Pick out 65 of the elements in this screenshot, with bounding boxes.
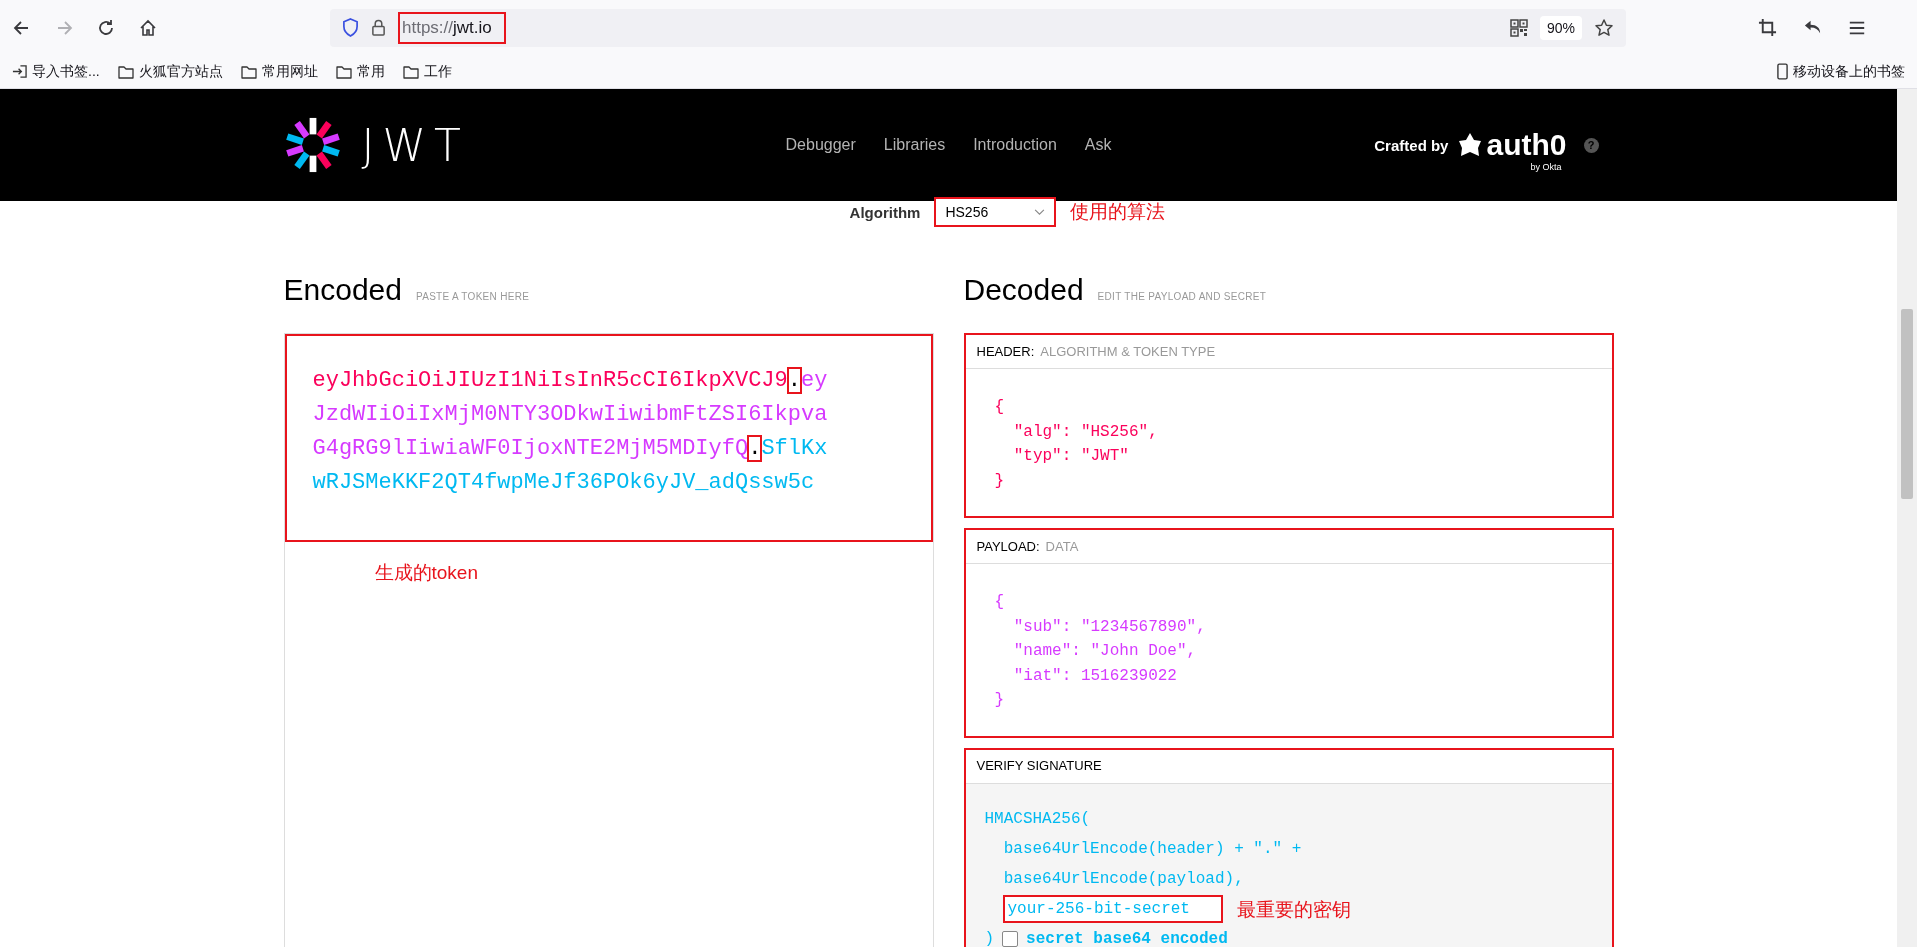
star-icon[interactable]: [1594, 17, 1614, 38]
code-line[interactable]: {: [994, 395, 1583, 420]
lock-icon[interactable]: [371, 19, 386, 36]
token-area[interactable]: eyJhbGciOiJIUzI1NiIsInR5cCI6IkpXVCJ9.eyJzdWIiOiIxMjM0NTY3ODkwIiwibmFtZSI6IkpvaG4gRG9lIiwiaWF0IjoxNTE2MjM5MDIyfQ.SflKxwRJSMeKKF2QT4fwpMeJf36POk6yJV_adQssw5c: [284, 334, 933, 542]
scrollbar-thumb[interactable]: [1901, 309, 1913, 499]
code-line: base64UrlEncode(header) + "." +: [1002, 838, 1303, 860]
bookmark-link[interactable]: 火狐官方站点: [138, 62, 223, 81]
code-line[interactable]: "typ": "JWT": [994, 444, 1583, 469]
panel-title: HEADER:: [976, 343, 1035, 359]
code-line[interactable]: "alg": "HS256",: [994, 419, 1583, 444]
code-line[interactable]: "name": "John Doe",: [994, 639, 1583, 664]
code-line[interactable]: }: [994, 468, 1583, 493]
bookmark-link[interactable]: 导入书签...: [32, 62, 100, 81]
chevron-icon: [1034, 208, 1046, 216]
panel-title: VERIFY SIGNATURE: [976, 758, 1102, 773]
qr-code-icon[interactable]: [1509, 18, 1528, 37]
code-line: ): [984, 928, 995, 947]
section-title: Decoded: [963, 273, 1084, 307]
brand-name[interactable]: auth0: [1486, 130, 1567, 160]
home-icon[interactable]: [138, 17, 158, 38]
bookmark-link[interactable]: 移动设备上的书签: [1793, 62, 1905, 81]
pinwheel-logo-icon[interactable]: [283, 116, 342, 174]
crop-icon[interactable]: [1758, 18, 1777, 37]
bookmark-link[interactable]: 常用: [356, 62, 385, 81]
section-hint: EDIT THE PAYLOAD AND SECRET: [1097, 291, 1267, 302]
panel-title: PAYLOAD:: [976, 538, 1040, 554]
nav-link[interactable]: Introduction: [973, 136, 1057, 154]
folder-icon[interactable]: [117, 64, 134, 79]
import-icon[interactable]: [12, 64, 27, 79]
annotation-note: 生成的token: [374, 561, 478, 585]
token-editor[interactable]: eyJhbGciOiJIUzI1NiIsInR5cCI6IkpXVCJ9.eyJzdWIiOiIxMjM0NTY3ODkwIiwibmFtZSI6IkpvaG4gRG9lIiwiaWF0IjoxNTE2MjM5MDIyfQ.SflKxwRJSMeKKF2QT4fwpMeJf36POk6yJV_adQssw5c 生成的token: [283, 333, 934, 947]
shield-icon[interactable]: [342, 18, 359, 37]
logo-text[interactable]: JWT: [361, 119, 469, 171]
algorithm-label: Algorithm: [849, 203, 921, 221]
bookmark-link[interactable]: 常用网址: [261, 62, 318, 81]
panel-subtitle: DATA: [1045, 538, 1079, 554]
nav-link[interactable]: Debugger: [785, 136, 856, 154]
token-text[interactable]: eyJhbGciOiJIUzI1NiIsInR5cCI6IkpXVCJ9.eyJzdWIiOiIxMjM0NTY3ODkwIiwibmFtZSI6IkpvaG4gRG9lIiwiaWF0IjoxNTE2MjM5MDIyfQ.SflKxwRJSMeKKF2QT4fwpMeJf36POk6yJV_adQssw5c: [312, 364, 828, 500]
brand-subtitle: by Okta: [1530, 162, 1562, 172]
phone-icon[interactable]: [1777, 63, 1788, 80]
address-bar[interactable]: https://jwt.io 90%: [330, 8, 1626, 47]
code-line[interactable]: "iat": 1516239022: [994, 663, 1583, 688]
bookmark-link[interactable]: 工作: [423, 62, 452, 81]
checkbox[interactable]: [1002, 930, 1019, 947]
code-line: HMACSHA256(: [984, 808, 1092, 830]
code-line[interactable]: }: [994, 688, 1583, 713]
code-line[interactable]: {: [994, 590, 1583, 615]
section-title: Encoded: [283, 273, 402, 307]
code-line: base64UrlEncode(payload),: [1002, 868, 1245, 890]
annotation-note: 最重要的密钥: [1236, 896, 1351, 922]
code-line[interactable]: "sub": "1234567890",: [994, 614, 1583, 639]
nav-link[interactable]: Ask: [1084, 136, 1112, 154]
folder-icon[interactable]: [402, 64, 419, 79]
folder-icon[interactable]: [240, 64, 257, 79]
nav-link[interactable]: Libraries: [883, 136, 946, 154]
annotation-note: 使用的算法: [1070, 200, 1166, 224]
folder-icon[interactable]: [335, 64, 352, 79]
credit-text: Crafted by: [1374, 136, 1449, 154]
algorithm-select[interactable]: HS256: [934, 197, 1057, 227]
url-text[interactable]: https://jwt.io: [398, 11, 506, 44]
star-shield-icon[interactable]: [1458, 132, 1483, 158]
panel-subtitle: ALGORITHM & TOKEN TYPE: [1040, 343, 1216, 359]
section-hint: PASTE A TOKEN HERE: [415, 291, 530, 302]
reload-icon[interactable]: [96, 17, 116, 38]
zoom-level[interactable]: 90%: [1539, 15, 1582, 40]
